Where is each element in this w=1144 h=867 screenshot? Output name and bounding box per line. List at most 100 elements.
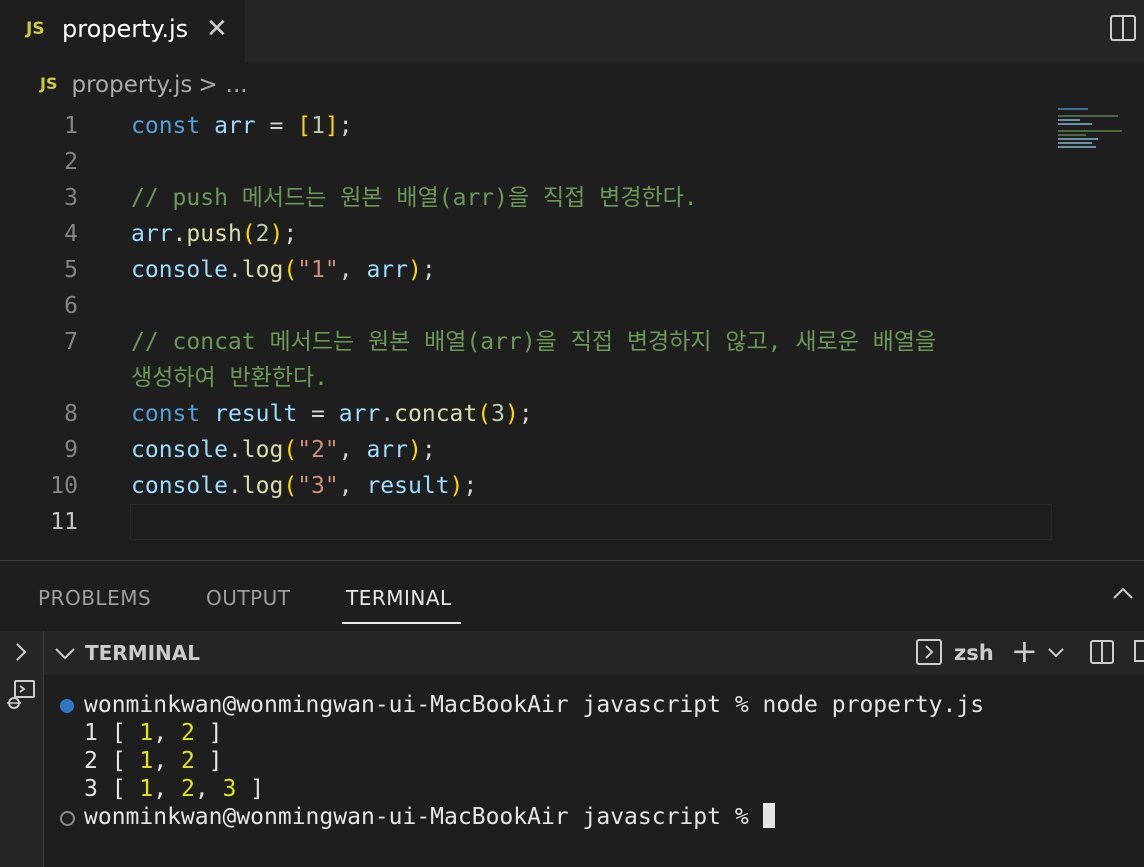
code-token: ( [283, 473, 298, 499]
chevron-down-icon[interactable] [54, 643, 76, 663]
code-token: arr [131, 221, 173, 247]
code-line[interactable]: 5 console.log("1", arr); [0, 252, 1144, 288]
chevron-up-icon[interactable] [1112, 585, 1134, 601]
breadcrumb: JS property.js >... [40, 72, 248, 102]
terminal-line: wonminkwan@wonmingwan-ui-MacBookAir java… [84, 803, 775, 831]
code-line[interactable]: 4 arr.push(2); [0, 216, 1144, 252]
code-token: arr [214, 113, 256, 139]
code-token: const [131, 401, 201, 427]
code-token: ; [518, 401, 533, 427]
code-token: = [297, 401, 339, 427]
code-token: arr [366, 257, 408, 283]
code-line[interactable]: 1 const arr = [1]; [0, 108, 1144, 144]
code-token: 2 [180, 748, 195, 774]
code-text: console.log("1", arr); [131, 252, 436, 288]
code-token: console [131, 437, 228, 463]
code-line[interactable]: 2 [0, 144, 1144, 180]
tab-output[interactable]: OUTPUT [206, 586, 291, 610]
code-token: 2 [ [84, 748, 140, 774]
chevron-right-icon[interactable] [12, 641, 30, 663]
code-token: , [194, 776, 223, 802]
code-token: push [186, 221, 242, 247]
code-line[interactable]: 7 // concat 메서드는 원본 배열(arr)을 직접 변경하지 않고, … [0, 324, 1144, 360]
line-number: 11 [50, 509, 78, 535]
code-text: 생성하여 반환한다. [131, 360, 328, 396]
plus-icon[interactable]: + [1011, 632, 1038, 670]
code-token: wonminkwan@wonmingwan-ui-MacBookAir java… [84, 692, 985, 718]
code-token: "1" [297, 257, 339, 283]
code-line-wrapped[interactable]: 생성하여 반환한다. [0, 360, 1144, 396]
code-token: arr [338, 401, 381, 427]
line-number: 4 [64, 221, 78, 247]
debug-console-icon[interactable] [5, 679, 37, 711]
code-token: log [241, 437, 284, 463]
split-editor-icon[interactable] [1110, 15, 1136, 41]
line-number: 3 [64, 185, 78, 211]
code-token: ] [194, 720, 223, 746]
code-token: , [153, 776, 181, 802]
code-token: , [338, 257, 367, 283]
code-line[interactable]: 3 // push 메서드는 원본 배열(arr)을 직접 변경한다. [0, 180, 1144, 216]
terminal-icon [916, 639, 942, 665]
code-token: ( [283, 437, 298, 463]
code-line[interactable]: 10 console.log("3", result); [0, 468, 1144, 504]
shell-name[interactable]: zsh [954, 641, 994, 665]
code-token: "3" [297, 473, 339, 499]
breadcrumb-symbols[interactable]: ... [226, 72, 248, 98]
code-token: 2 [255, 221, 270, 247]
split-terminal-icon[interactable] [1090, 640, 1114, 664]
command-pending-dot[interactable] [60, 811, 75, 826]
code-line[interactable]: 11 [0, 504, 1144, 540]
code-text: // push 메서드는 원본 배열(arr)을 직접 변경한다. [131, 180, 698, 216]
code-token: ] [324, 113, 339, 139]
code-token: ; [463, 473, 478, 499]
code-token: ) [269, 221, 284, 247]
close-icon[interactable]: ✕ [206, 14, 228, 44]
tab-problems[interactable]: PROBLEMS [38, 586, 151, 610]
line-number: 10 [50, 473, 78, 499]
code-token: ] [236, 776, 265, 802]
trash-icon[interactable] [1134, 640, 1144, 662]
code-token: 2 [180, 776, 195, 802]
line-number: 6 [64, 293, 78, 319]
code-line[interactable]: 8 const result = arr.concat(3); [0, 396, 1144, 432]
code-token: 1 [139, 720, 154, 746]
code-token: log [241, 473, 284, 499]
code-token: , [153, 748, 181, 774]
code-token: 1 [139, 748, 154, 774]
code-token: ) [449, 473, 464, 499]
code-token: . [227, 437, 242, 463]
code-token: log [241, 257, 284, 283]
code-editor[interactable]: 1 const arr = [1]; 2 3// push 메서드는 원본 배열(ar… [0, 108, 1144, 558]
code-token: concat [394, 401, 478, 427]
breadcrumb-file[interactable]: property.js [71, 72, 192, 98]
code-token: ( [477, 401, 492, 427]
code-line[interactable]: 6 [0, 288, 1144, 324]
line-number: 9 [64, 437, 78, 463]
code-token: ; [338, 113, 353, 139]
command-success-dot[interactable] [60, 699, 74, 713]
code-token: , [338, 473, 367, 499]
code-token: ( [241, 221, 256, 247]
tab-property-js[interactable]: JS property.js ✕ [0, 0, 245, 62]
minimap[interactable] [1056, 106, 1126, 156]
active-tab-indicator [342, 622, 461, 624]
code-token: ; [421, 257, 436, 283]
editor-tab-bar: JS property.js ✕ [0, 0, 1144, 62]
current-line-highlight [130, 504, 1052, 540]
code-text: console.log("2", arr); [131, 432, 436, 468]
tab-terminal[interactable]: TERMINAL [346, 586, 452, 610]
code-token: . [172, 221, 187, 247]
code-token: . [380, 401, 395, 427]
chevron-down-icon[interactable] [1047, 647, 1065, 659]
code-token: 1 [311, 113, 325, 139]
code-token: ; [421, 437, 436, 463]
code-token: result [366, 473, 450, 499]
code-token: "2" [297, 437, 339, 463]
code-line[interactable]: 9 console.log("2", arr); [0, 432, 1144, 468]
terminal-line: wonminkwan@wonmingwan-ui-MacBookAir java… [84, 691, 984, 719]
code-token: ] [194, 748, 223, 774]
terminal-output[interactable]: wonminkwan@wonmingwan-ui-MacBookAir java… [44, 691, 1144, 867]
